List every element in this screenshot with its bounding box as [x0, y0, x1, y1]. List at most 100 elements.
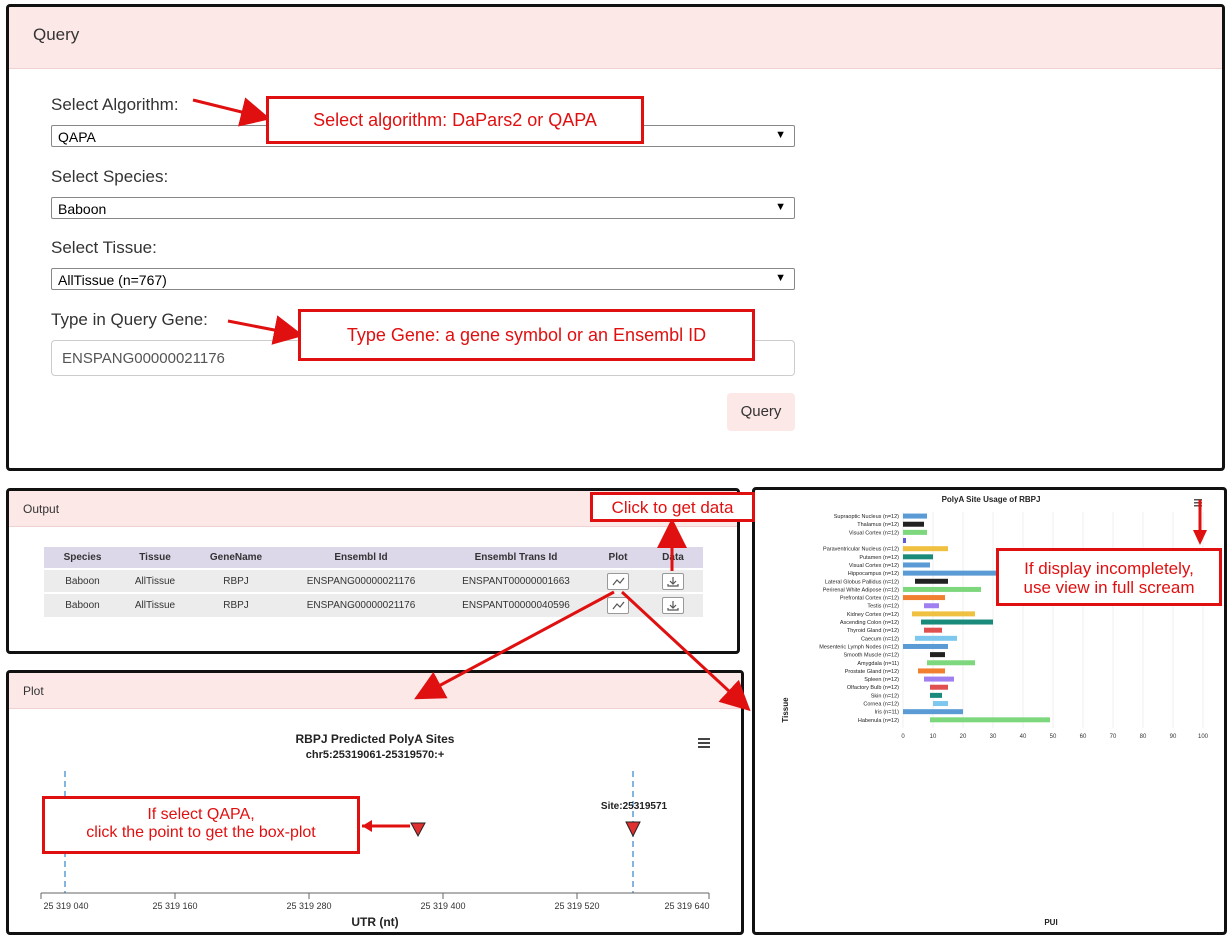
callout-select-qapa: If select QAPA, click the point to get th… — [42, 796, 360, 854]
box-mark — [903, 709, 963, 715]
x-tick-label: 25 319 520 — [554, 901, 599, 911]
callout-get-data: Click to get data — [590, 492, 755, 522]
x-tick-label: 25 319 040 — [43, 901, 88, 911]
col-data: Data — [643, 547, 703, 569]
tissue-label: Perirenal White Adipose (n=12) — [823, 587, 899, 593]
plot-button[interactable] — [607, 597, 629, 614]
tissue-label: Mesenteric Lymph Nodes (n=12) — [819, 644, 899, 650]
table-row: Baboon AllTissue RBPJ ENSPANG00000021176… — [44, 592, 703, 617]
box-mark — [924, 627, 942, 633]
tissue-label: Skin (n=12) — [871, 693, 899, 699]
polya-site-point[interactable] — [625, 821, 641, 838]
callout-select-algorithm: Select algorithm: DaPars2 or QAPA — [266, 96, 644, 144]
tissue-label: Thyroid Gland (n=12) — [847, 628, 899, 634]
tissue-label: Cornea (n=12) — [863, 702, 899, 708]
box-mark — [930, 652, 945, 658]
x-tick-label: 20 — [960, 734, 967, 740]
tissue-label: Select Tissue: — [51, 238, 157, 257]
output-table: Species Tissue GeneName Ensembl Id Ensem… — [44, 547, 703, 617]
cell-genename: RBPJ — [189, 568, 283, 593]
box-mark — [930, 692, 942, 698]
box-mark — [927, 660, 975, 666]
x-tick-label: 100 — [1198, 734, 1209, 740]
tissue-label: Supraoptic Nucleus (n=12) — [834, 514, 899, 520]
box-mark — [918, 668, 945, 674]
tissue-label: Spleen (n=12) — [864, 677, 899, 683]
box-mark — [903, 586, 981, 592]
tissue-label: Ascending Colon (n=12) — [840, 620, 899, 626]
x-tick-label: 25 319 160 — [152, 901, 197, 911]
box-mark — [924, 676, 954, 682]
chart-icon — [612, 601, 625, 610]
col-species: Species — [44, 547, 121, 569]
chevron-down-icon: ▼ — [775, 272, 786, 284]
cell-tissue: AllTissue — [121, 592, 189, 617]
x-tick-label: 60 — [1080, 734, 1087, 740]
menu-icon[interactable] — [698, 738, 710, 748]
species-select[interactable]: Baboon ▼ — [51, 197, 795, 219]
algorithm-select-value: QAPA — [58, 129, 96, 145]
box-mark — [930, 717, 1050, 723]
gene-label: Type in Query Gene: — [51, 310, 208, 329]
box-mark — [912, 611, 975, 617]
tissue-label: Visual Cortex (n=12) — [849, 563, 899, 569]
table-row: Baboon AllTissue RBPJ ENSPANG00000021176… — [44, 568, 703, 593]
box-mark — [933, 701, 948, 707]
chevron-down-icon: ▼ — [775, 201, 786, 213]
boxplot-y-label: Tissue — [781, 697, 790, 723]
table-header-row: Species Tissue GeneName Ensembl Id Ensem… — [44, 547, 703, 569]
tissue-select-value: AllTissue (n=767) — [58, 272, 167, 288]
box-mark — [903, 562, 930, 568]
cell-species: Baboon — [44, 568, 121, 593]
query-panel: Query Select Algorithm: QAPA ▼ Select Sp… — [6, 4, 1225, 471]
polya-site-point[interactable] — [410, 822, 426, 838]
tissue-label: Putamen (n=12) — [859, 555, 899, 561]
tissue-select[interactable]: AllTissue (n=767) ▼ — [51, 268, 795, 290]
box-mark — [921, 619, 993, 625]
cell-ensembl-id: ENSPANG00000021176 — [283, 592, 439, 617]
download-icon — [667, 601, 679, 611]
tissue-label: Smooth Muscle (n=12) — [844, 653, 900, 659]
cell-ensembl-trans-id: ENSPANT00000001663 — [439, 568, 593, 593]
menu-icon[interactable] — [1194, 499, 1202, 507]
boxplot-tissue-labels: Supraoptic Nucleus (n=12) Thalamus (n=12)… — [819, 514, 899, 724]
cell-species: Baboon — [44, 592, 121, 617]
boxplot-boxes — [903, 513, 1050, 723]
site-label: Site:25319571 — [601, 801, 668, 812]
box-mark — [903, 513, 927, 519]
col-plot: Plot — [593, 547, 643, 569]
download-button[interactable] — [662, 597, 684, 614]
boxplot-x-label: PUI — [1044, 918, 1057, 927]
boxplot-title: PolyA Site Usage of RBPJ — [942, 495, 1041, 504]
x-axis-label: UTR (nt) — [351, 915, 398, 929]
x-tick-label: 30 — [990, 734, 997, 740]
cell-ensembl-id: ENSPANG00000021176 — [283, 568, 439, 593]
tissue-label: Iris (n=11) — [874, 710, 899, 716]
cell-tissue: AllTissue — [121, 568, 189, 593]
species-label: Select Species: — [51, 167, 169, 186]
box-mark — [903, 643, 948, 649]
query-button[interactable]: Query — [727, 393, 795, 431]
plot-button[interactable] — [607, 572, 629, 590]
x-tick-label: 25 319 400 — [420, 901, 465, 911]
download-icon — [667, 576, 679, 587]
tissue-label: Prostate Gland (n=12) — [845, 669, 899, 675]
tissue-label: Paraventricular Nucleus (n=12) — [823, 547, 899, 553]
col-ensembl-id: Ensembl Id — [283, 547, 439, 569]
x-tick-label: 40 — [1020, 734, 1027, 740]
species-select-value: Baboon — [58, 201, 107, 217]
col-ensembl-trans-id: Ensembl Trans Id — [439, 547, 593, 569]
cell-genename: RBPJ — [189, 592, 283, 617]
download-button[interactable] — [662, 572, 684, 590]
tissue-label: Testis (n=12) — [867, 604, 899, 610]
box-mark — [915, 578, 948, 584]
plot-panel-header: Plot — [9, 673, 741, 709]
tissue-label: Amygdala (n=11) — [857, 661, 899, 667]
box-mark — [930, 684, 948, 690]
tissue-label: Caecum (n=12) — [861, 636, 899, 642]
callout-type-gene: Type Gene: a gene symbol or an Ensembl I… — [298, 309, 755, 361]
col-tissue: Tissue — [121, 547, 189, 569]
tissue-label: Visual Cortex (n=12) — [849, 530, 899, 536]
callout-full-screen: If display incompletely, use view in full… — [996, 548, 1222, 606]
col-genename: GeneName — [189, 547, 283, 569]
